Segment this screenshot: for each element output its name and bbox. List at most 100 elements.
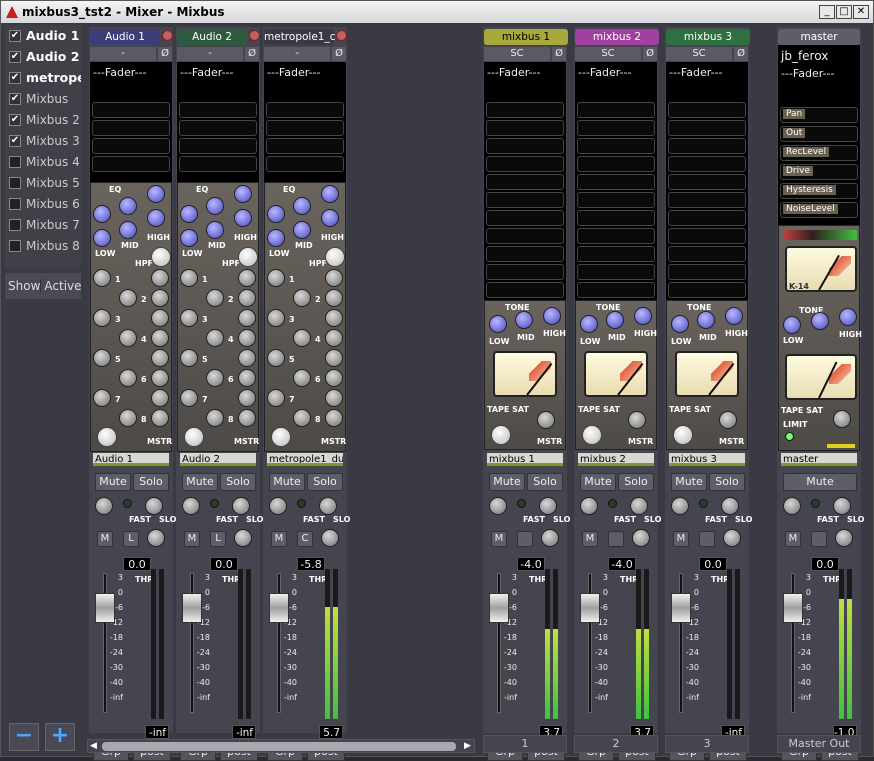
tone-mid-knob[interactable] [606,311,624,329]
processor-slot[interactable] [486,246,564,262]
eq-knob[interactable] [147,185,165,203]
pan-knob[interactable] [97,427,117,447]
send-pan-knob[interactable] [325,329,343,347]
processor-slot[interactable] [668,264,746,280]
strip-visible-checkbox[interactable] [9,218,21,231]
remove-group-button[interactable]: − [9,723,39,751]
strip-name-button[interactable]: mixbus 3 [666,29,750,45]
processor-slot[interactable] [668,192,746,208]
processor-slot[interactable] [577,102,655,118]
gain-display[interactable]: 0.0 [699,557,727,571]
strip-list-item[interactable]: Mixbus 8 [5,235,81,256]
comp-makeup-knob[interactable] [723,529,741,547]
mute-button[interactable]: Mute [489,473,525,491]
comp-makeup-knob[interactable] [632,529,650,547]
gain-fader[interactable] [671,593,691,623]
send-pan-knob[interactable] [151,349,169,367]
comp-mode-button[interactable]: M [673,531,689,547]
processor-slot[interactable] [179,102,257,118]
minimize-button[interactable]: _ [819,5,835,19]
eq-knob[interactable] [206,221,224,239]
processor-slot[interactable] [486,228,564,244]
processor-slot[interactable] [577,264,655,280]
solo-button[interactable]: Solo [618,473,654,491]
strip-visible-checkbox[interactable]: ✔ [9,71,21,84]
comp-mode-button[interactable]: M [582,531,598,547]
send-pan-knob[interactable] [151,309,169,327]
strip-name-label[interactable]: mixbus 2 [578,453,654,466]
eq-knob[interactable] [93,229,111,247]
group-active-column[interactable]: Active [41,279,83,293]
processor-slot[interactable] [577,156,655,172]
comp-makeup-knob[interactable] [835,529,853,547]
send-pan-knob[interactable] [325,289,343,307]
send-knob[interactable] [293,369,311,387]
phase-invert-button[interactable]: Ø [734,47,748,61]
add-group-button[interactable]: + [45,723,75,751]
comp-type-button[interactable]: C [297,531,313,547]
processor-slot[interactable] [486,120,564,136]
processor-box[interactable]: jb_ferox ---Fader--- Pan Out RecLevel Drive Hy… [778,45,860,225]
strip-visible-checkbox[interactable]: ✔ [9,29,21,42]
fader-processor[interactable]: ---Fader--- [264,62,346,79]
fader-processor[interactable]: ---Fader--- [90,62,172,79]
mute-button[interactable]: Mute [783,473,857,491]
send-pan-knob[interactable] [325,389,343,407]
record-enable-button[interactable] [249,30,260,41]
comp-led[interactable] [608,499,617,508]
gain-display[interactable]: 0.0 [811,557,839,571]
send-knob[interactable] [93,309,111,327]
gain-fader[interactable] [95,593,115,623]
strip-name-label[interactable]: Audio 2 [180,453,256,466]
strip-visible-checkbox[interactable]: ✔ [9,134,21,147]
strip-visible-checkbox[interactable] [9,239,21,252]
gain-fader[interactable] [182,593,202,623]
gain-fader[interactable] [783,593,803,623]
processor-slot[interactable] [668,102,746,118]
processor-slot[interactable] [92,102,170,118]
gain-display[interactable]: -4.0 [608,557,636,571]
comp-makeup-knob[interactable] [321,529,339,547]
strip-visible-checkbox[interactable] [9,176,21,189]
tone-high-knob[interactable] [725,307,743,325]
processor-slot[interactable] [577,120,655,136]
eq-knob[interactable] [206,197,224,215]
master-assign-label[interactable]: MSTR [537,437,562,446]
send-knob[interactable] [267,269,285,287]
send-knob[interactable] [119,409,137,427]
eq-knob[interactable] [321,209,339,227]
processor-slot[interactable] [486,156,564,172]
mute-button[interactable]: Mute [269,473,305,491]
comp-type-button[interactable] [608,531,624,547]
processor-slot[interactable] [668,246,746,262]
comp-attack-knob[interactable] [319,497,337,515]
mute-button[interactable]: Mute [95,473,131,491]
comp-led[interactable] [297,499,306,508]
send-knob[interactable] [180,269,198,287]
comp-threshold-knob[interactable] [580,497,598,515]
send-pan-knob[interactable] [325,409,343,427]
comp-makeup-knob[interactable] [234,529,252,547]
processor-box[interactable]: ---Fader--- [484,62,566,300]
processor-slot[interactable] [577,282,655,298]
comp-threshold-knob[interactable] [489,497,507,515]
comp-threshold-knob[interactable] [182,497,200,515]
plugin-control[interactable]: RecLevel [780,145,858,161]
comp-type-button[interactable] [699,531,715,547]
send-pan-knob[interactable] [151,329,169,347]
plugin-control[interactable]: NoiseLevel [780,202,858,218]
send-knob[interactable] [206,289,224,307]
strip-visible-checkbox[interactable] [9,155,21,168]
strip-list-item[interactable]: ✔ Audio 2 [5,46,81,67]
strip-name-label[interactable]: mixbus 3 [669,453,745,466]
send-knob[interactable] [293,409,311,427]
comp-led[interactable] [699,499,708,508]
strip-name-button[interactable]: Audio 1 [90,29,160,45]
strip-list-item[interactable]: ✔ Audio 1 [5,25,81,46]
master-output-label[interactable]: Master Out [777,735,861,753]
processor-box[interactable]: ---Fader--- [90,62,172,182]
comp-threshold-knob[interactable] [671,497,689,515]
processor-slot[interactable] [668,120,746,136]
comp-attack-knob[interactable] [145,497,163,515]
processor-slot[interactable] [668,156,746,172]
